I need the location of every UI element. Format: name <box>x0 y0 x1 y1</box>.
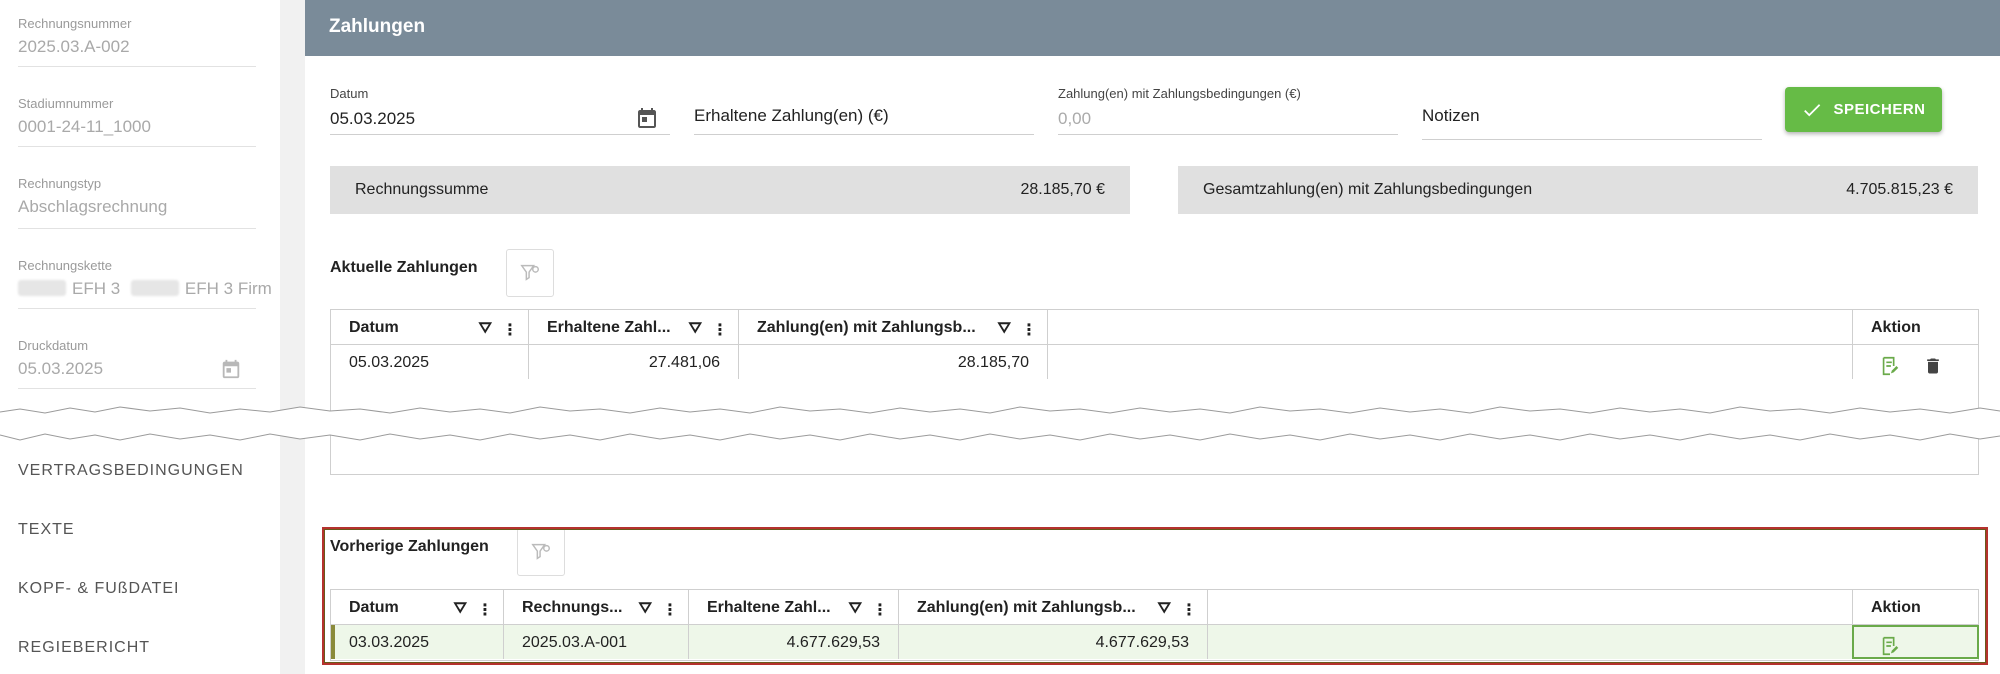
total-payments-label: Gesamtzahlung(en) mit Zahlungsbedingunge… <box>1203 181 1533 198</box>
invoice-number-field: Rechnungsnummer 2025.03.A-002 <box>18 16 256 67</box>
print-date-label: Druckdatum <box>18 338 89 353</box>
print-date-field[interactable]: Druckdatum 05.03.2025 <box>18 338 256 389</box>
clear-filter-button[interactable] <box>506 249 554 297</box>
filter-icon[interactable]: ⛛ <box>479 320 492 340</box>
column-header-received[interactable]: Erhaltene Zahl... ⛛ ⋮ <box>529 310 739 344</box>
redacted-block <box>18 280 66 296</box>
received-payment-underline <box>694 134 1034 135</box>
invoice-total-label: Rechnungssumme <box>355 181 489 198</box>
invoice-chain-label: Rechnungskette <box>18 258 112 273</box>
redacted-block <box>130 280 179 296</box>
received-payment-input[interactable]: Erhaltene Zahlung(en) (€) <box>694 106 889 126</box>
notes-underline <box>1422 139 1762 140</box>
calendar-icon[interactable] <box>635 106 659 130</box>
invoice-chain-value: EFH 3 EFH 3 Firm <box>18 279 272 299</box>
terms-payment-underline <box>1058 134 1398 135</box>
filter-icon[interactable]: ⛛ <box>689 320 702 340</box>
menu-item-texts[interactable]: TEXTE <box>18 521 75 539</box>
invoice-type-value: Abschlagsrechnung <box>18 197 168 216</box>
save-button[interactable]: SPEICHERN <box>1785 87 1942 132</box>
page-title: Zahlungen <box>329 16 426 37</box>
date-underline <box>330 134 670 135</box>
invoice-type-label: Rechnungstyp <box>18 176 102 191</box>
invoice-total-value: 28.185,70 € <box>1020 181 1105 198</box>
cell-terms: 28.185,70 <box>957 354 1029 371</box>
cell-date: 05.03.2025 <box>349 354 430 371</box>
highlight-frame <box>322 527 1988 665</box>
column-header-date[interactable]: Datum ⛛ ⋮ <box>331 310 529 344</box>
notes-input[interactable]: Notizen <box>1422 106 1480 126</box>
edit-note-icon[interactable] <box>1879 355 1901 377</box>
kebab-menu-icon[interactable]: ⋮ <box>712 320 728 340</box>
invoice-number-label: Rechnungsnummer <box>18 16 132 31</box>
menu-item-contract-terms[interactable]: VERTRAGSBEDINGUNGEN <box>18 462 244 480</box>
date-label: Datum <box>330 86 369 101</box>
menu-item-header-footer[interactable]: KOPF- & FUßDATEI <box>18 580 179 598</box>
terms-payment-input[interactable]: 0,00 <box>1058 109 1091 129</box>
torn-edge-divider <box>0 406 2000 441</box>
current-payments-title: Aktuelle Zahlungen <box>330 259 478 276</box>
kebab-menu-icon[interactable]: ⋮ <box>1021 320 1037 340</box>
cell-received: 27.481,06 <box>648 354 720 371</box>
filter-icon[interactable]: ⛛ <box>998 320 1011 340</box>
invoice-type-field: Rechnungstyp Abschlagsrechnung <box>18 176 256 229</box>
stage-number-label: Stadiumnummer <box>18 96 114 111</box>
save-button-label: SPEICHERN <box>1833 101 1926 118</box>
sidebar: Rechnungsnummer 2025.03.A-002 Stadiumnum… <box>0 0 280 674</box>
print-date-value: 05.03.2025 <box>18 359 104 378</box>
kebab-menu-icon[interactable]: ⋮ <box>502 320 518 340</box>
calendar-icon[interactable] <box>220 358 242 380</box>
total-payments-box: Gesamtzahlung(en) mit Zahlungsbedingunge… <box>1178 166 1978 214</box>
menu-item-work-report[interactable]: REGIEBERICHT <box>18 639 150 657</box>
column-header-terms[interactable]: Zahlung(en) mit Zahlungsb... ⛛ ⋮ <box>739 310 1048 344</box>
trash-icon[interactable] <box>1923 355 1943 377</box>
stage-number-field: Stadiumnummer 0001-24-11_1000 <box>18 96 256 147</box>
invoice-number-value: 2025.03.A-002 <box>18 37 130 56</box>
stage-number-value: 0001-24-11_1000 <box>18 117 151 136</box>
column-header-action: Aktion <box>1852 310 1978 344</box>
filter-icon <box>520 264 539 281</box>
invoice-chain-field: Rechnungskette EFH 3 EFH 3 Firm <box>18 258 272 309</box>
check-icon <box>1804 103 1821 116</box>
total-payments-value: 4.705.815,23 € <box>1846 181 1953 198</box>
terms-payment-label: Zahlung(en) mit Zahlungsbedingungen (€) <box>1058 86 1301 101</box>
current-payments-grid: Datum ⛛ ⋮ Erhaltene Zahl... ⛛ ⋮ Zahlung(en… <box>330 309 1979 475</box>
date-input[interactable]: 05.03.2025 <box>330 109 415 129</box>
panel-header: Zahlungen <box>305 0 2000 56</box>
invoice-total-box: Rechnungssumme 28.185,70 € <box>330 166 1130 214</box>
